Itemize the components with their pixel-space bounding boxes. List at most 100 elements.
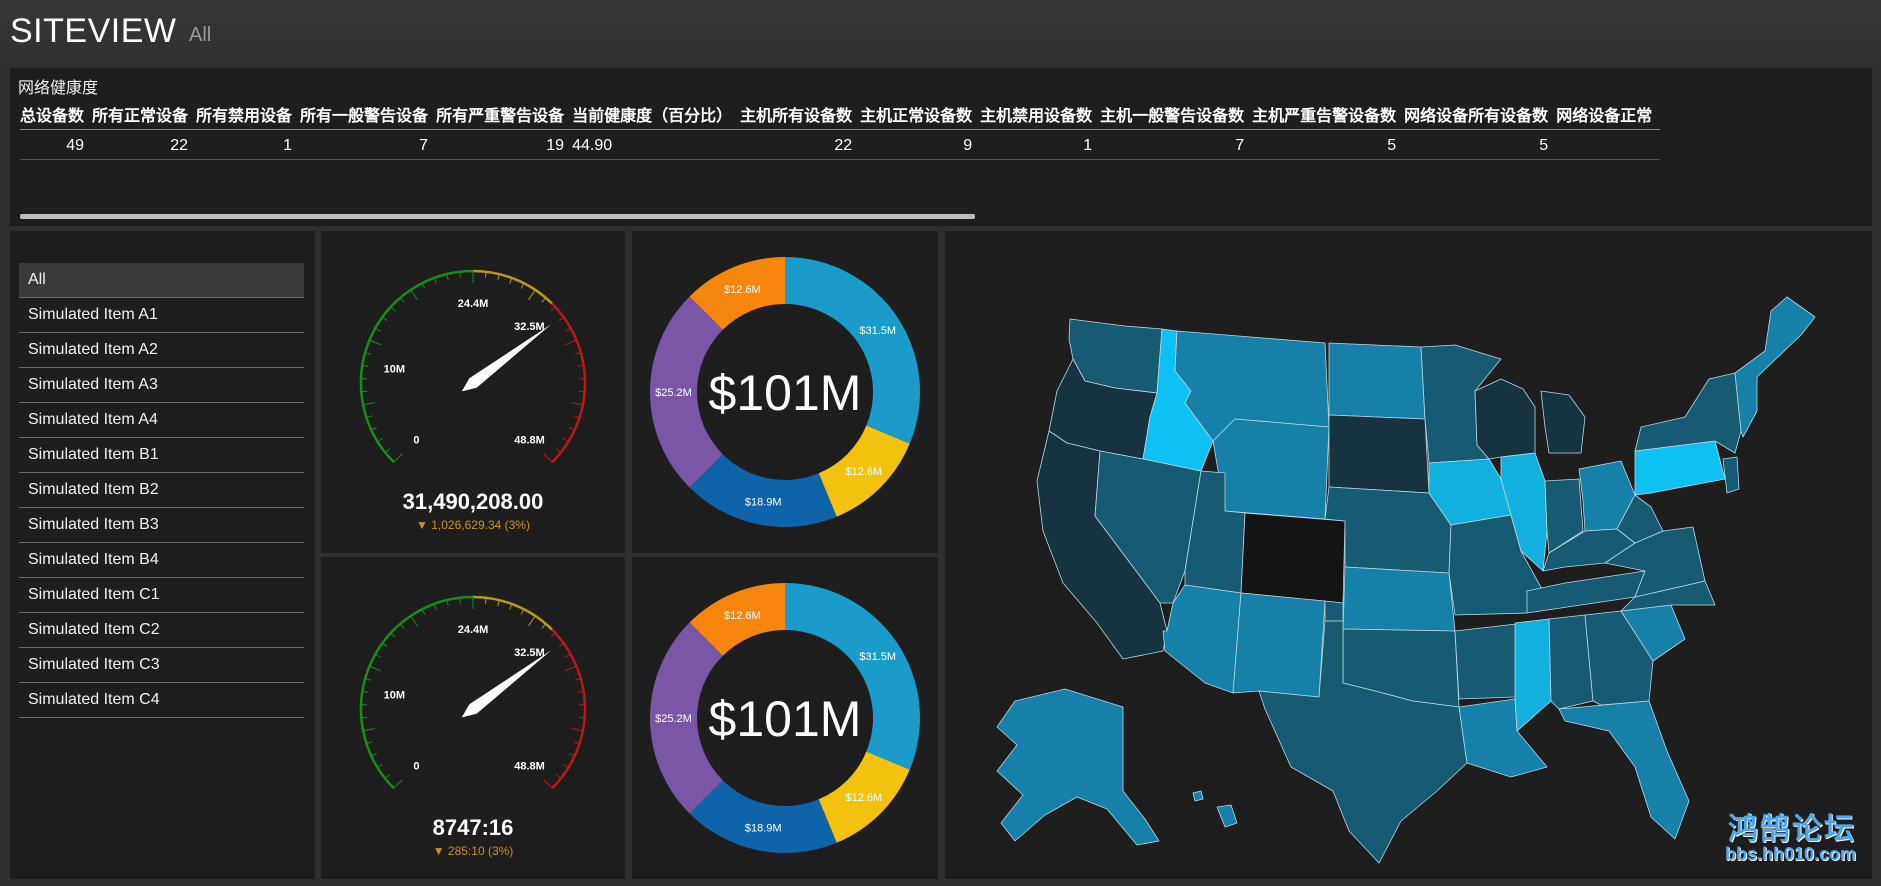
gauge-tick [558, 642, 564, 648]
list-item[interactable]: Simulated Item A4 [19, 403, 304, 438]
table-cell: 7 [1100, 129, 1253, 160]
state-michigan[interactable] [1540, 390, 1586, 454]
gauge-tick [375, 327, 381, 332]
table-cell: 49 [20, 129, 93, 160]
state-new-jersey[interactable] [1722, 456, 1740, 494]
gauge-tick [555, 774, 562, 779]
header-bar: SITEVIEW All [0, 0, 1881, 66]
state-colorado [1240, 512, 1346, 604]
gauge-tick [371, 752, 377, 757]
gauge-tick-label: 48.8M [514, 435, 545, 447]
gauge-tick-label: 10M [384, 690, 405, 702]
gauge-tick-label: 48.8M [514, 761, 545, 773]
gauge-tick-label: 0 [413, 435, 419, 447]
donut-center-total: $101M [709, 691, 862, 747]
list-item[interactable]: Simulated Item C1 [19, 578, 304, 613]
gauge-tick [550, 306, 556, 312]
column-header[interactable]: 所有正常设备 [92, 102, 197, 130]
gauge-tick [390, 632, 396, 638]
column-header[interactable]: 网络设备所有设备数 [1404, 102, 1557, 130]
watermark: 鸿鹄论坛 bbs.hh010.com [1725, 804, 1856, 865]
gauge-tick [459, 597, 462, 604]
state-north-dakota[interactable] [1328, 342, 1426, 420]
column-header[interactable]: 所有一般警告设备 [300, 102, 437, 130]
column-header[interactable]: 所有禁用设备 [196, 102, 301, 130]
table-row[interactable]: 49 22 1 7 19 44.90 22 9 1 7 5 5 [20, 129, 1661, 160]
donut-center-total: $101M [709, 365, 862, 421]
gauge-tick [520, 608, 525, 615]
health-table-scroll[interactable]: 总设备数 所有正常设备 所有禁用设备 所有一般警告设备 所有严重警告设备 当前健康度（百分… [20, 102, 1870, 197]
gauge-tick [565, 327, 571, 332]
gauge-tick [484, 271, 487, 278]
dashboard: SITEVIEW All 网络健康度 总设备数 所有正常设备 所有禁用设备 所有一般警… [0, 0, 1881, 886]
column-header[interactable]: 主机所有设备数 [740, 102, 861, 130]
gauge-tick [541, 297, 547, 303]
gauge-tick-label: 32.5M [514, 321, 545, 333]
gauge-tick [377, 763, 383, 768]
list-item[interactable]: Simulated Item B4 [19, 543, 304, 578]
horizontal-scrollbar[interactable] [20, 214, 975, 219]
state-florida[interactable] [1558, 700, 1690, 840]
health-table: 总设备数 所有正常设备 所有禁用设备 所有一般警告设备 所有严重警告设备 当前健康度（百分… [20, 102, 1661, 160]
gauge-tick [382, 642, 388, 648]
gauge-tick [558, 316, 564, 322]
gauge-tick [375, 653, 381, 658]
state-mississippi[interactable] [1514, 618, 1552, 732]
gauge-tick [410, 289, 418, 301]
list-item[interactable]: Simulated Item B3 [19, 508, 304, 543]
gauge-value: 8747:16 [432, 815, 514, 840]
state-arizona[interactable] [1162, 584, 1242, 694]
column-header[interactable]: 所有严重警告设备 [436, 102, 573, 130]
list-item[interactable]: Simulated Item A2 [19, 333, 304, 368]
donut-slice-label: $18.9M [745, 496, 782, 508]
donut-panel-1: $31.5M $12.6M $18.9M $25.2M $12.6M $101M [632, 231, 938, 553]
state-new-mexico[interactable] [1232, 592, 1326, 698]
gauge-tick [569, 752, 575, 757]
list-item[interactable]: Simulated Item C2 [19, 613, 304, 648]
app-title: SITEVIEW [10, 12, 177, 50]
gauge-tick [528, 615, 536, 627]
us-map [996, 296, 1816, 864]
gauge-tick [570, 402, 583, 406]
list-item[interactable]: All [19, 263, 304, 298]
table-cell: 19 [436, 129, 573, 160]
state-hawaii-2 [1192, 790, 1204, 802]
column-header[interactable]: 主机正常设备数 [860, 102, 981, 130]
state-hawaii[interactable] [1216, 804, 1238, 828]
network-health-panel: 网络健康度 总设备数 所有正常设备 所有禁用设备 所有一般警告设备 所有严重警告设备 当前… [10, 68, 1872, 226]
gauge-tick [363, 402, 376, 406]
list-item[interactable]: Simulated Item A3 [19, 368, 304, 403]
gauge-tick [393, 453, 403, 463]
list-item[interactable]: Simulated Item C4 [19, 683, 304, 718]
gauge-tick [555, 448, 562, 453]
column-header[interactable]: 主机严重告警设备数 [1252, 102, 1405, 130]
donut-slice-label: $25.2M [655, 387, 692, 399]
list-item[interactable]: Simulated Item C3 [19, 648, 304, 683]
gauge-tick [528, 289, 536, 301]
gauge-tick [565, 653, 571, 658]
column-header[interactable]: 总设备数 [20, 102, 93, 130]
gauge-delta: ▼ 1,026,629.34 (3%) [416, 518, 530, 532]
column-header[interactable]: 网络设备正常 [1556, 102, 1661, 130]
state-new-york[interactable] [1634, 372, 1742, 454]
state-wisconsin[interactable] [1474, 378, 1536, 460]
state-alaska[interactable] [996, 688, 1160, 846]
list-item[interactable]: Simulated Item B2 [19, 473, 304, 508]
state-south-dakota[interactable] [1328, 414, 1430, 494]
gauge-tick [520, 282, 525, 289]
column-header[interactable]: 主机禁用设备数 [980, 102, 1101, 130]
state-arkansas[interactable] [1454, 622, 1526, 700]
list-item[interactable]: Simulated Item B1 [19, 438, 304, 473]
gauge-band [551, 302, 587, 464]
gauge-tick [459, 271, 462, 278]
column-header[interactable]: 主机一般警告设备数 [1100, 102, 1253, 130]
state-kansas[interactable] [1342, 566, 1456, 632]
gauge-tick [565, 339, 577, 346]
state-new-england[interactable] [1734, 296, 1816, 438]
list-item[interactable]: Simulated Item A1 [19, 298, 304, 333]
donut-slice-label: $12.6M [724, 284, 761, 296]
gauge-panel-1: 0 10M 24.4M 32.5M 48.8M 31,490,208.00 ▼ 1,02… [321, 231, 625, 553]
column-header[interactable]: 当前健康度（百分比） [572, 102, 741, 130]
gauge-tick [384, 448, 391, 453]
state-wyoming[interactable] [1212, 418, 1330, 520]
